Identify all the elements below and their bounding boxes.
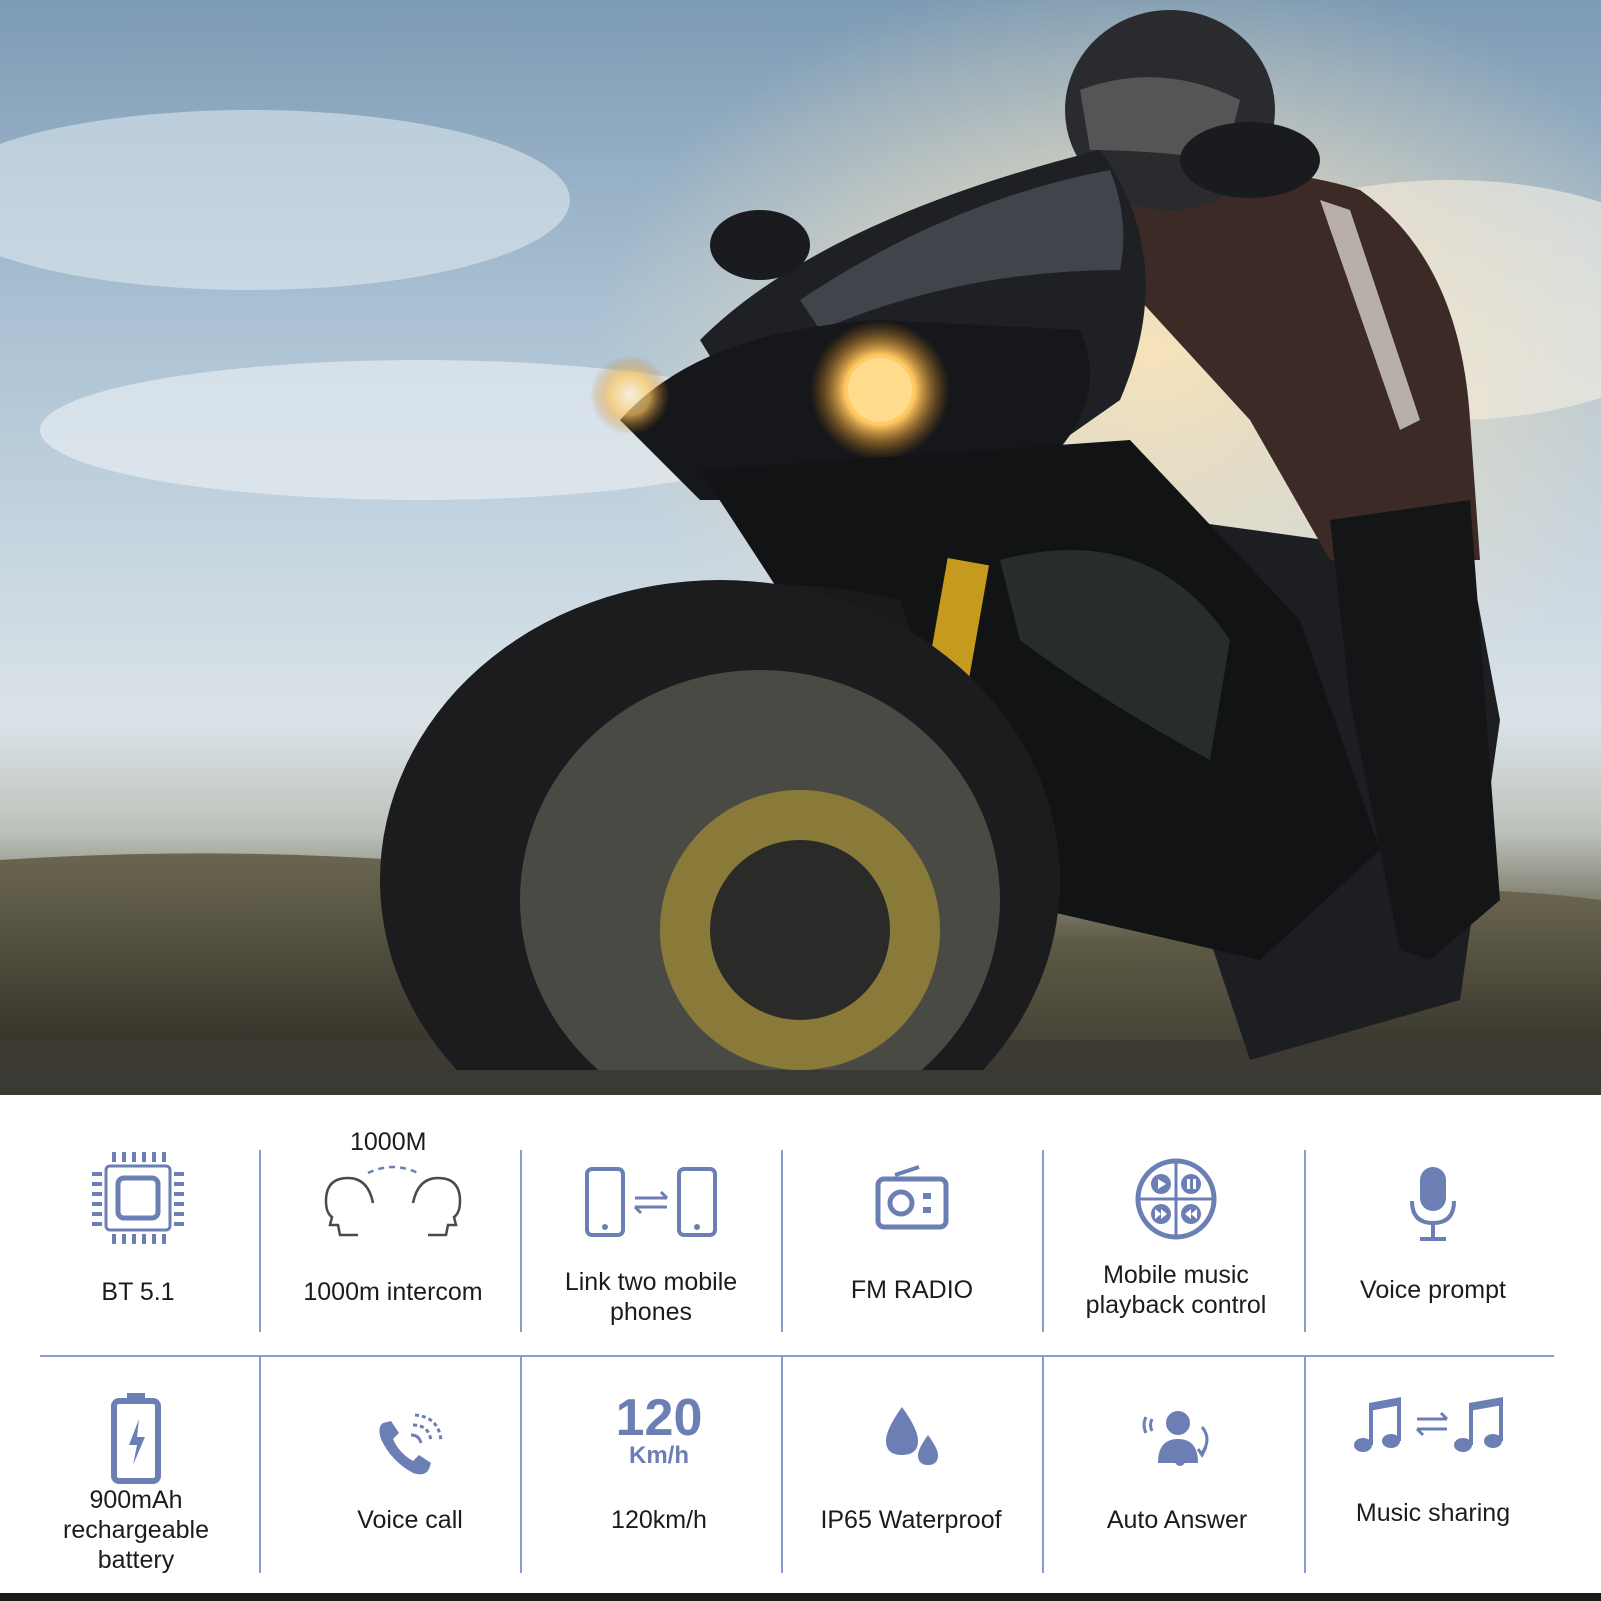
- speed-number: 120: [615, 1389, 703, 1447]
- divider: [1042, 1150, 1044, 1332]
- microphone-icon: [1305, 1165, 1561, 1245]
- feature-label: Voice prompt: [1360, 1276, 1506, 1304]
- phone-call-icon: [282, 1413, 538, 1477]
- feature-label: Music sharing: [1355, 1499, 1511, 1527]
- chip-icon: [10, 1150, 266, 1246]
- speed-icon: 120 Km/h: [531, 1389, 787, 1469]
- divider: [781, 1150, 783, 1332]
- music-share-icon: [1305, 1395, 1561, 1455]
- row-divider: [40, 1355, 1554, 1357]
- feature-label: BT 5.1: [101, 1278, 175, 1306]
- music-controls-icon: [1048, 1157, 1304, 1241]
- feature-label: FM RADIO: [850, 1276, 974, 1304]
- bottom-edge: [0, 1593, 1601, 1601]
- intercom-heads-icon: [265, 1163, 521, 1243]
- feature-label: Mobile music playback control: [1085, 1261, 1267, 1319]
- hero-photo: [0, 0, 1601, 1095]
- feature-label: 120km/h: [611, 1506, 707, 1534]
- feature-panel: BT 5.1 1000M 1000m intercom Link two mob…: [0, 1095, 1601, 1593]
- auto-answer-icon: [1049, 1403, 1305, 1467]
- water-drops-icon: [783, 1405, 1039, 1467]
- battery-icon: [8, 1391, 264, 1485]
- speed-unit: Km/h: [629, 1442, 689, 1469]
- two-phones-icon: [523, 1165, 779, 1239]
- divider: [1042, 1357, 1044, 1573]
- feature-label: Link two mobile phones: [564, 1268, 738, 1326]
- range-note: 1000M: [350, 1128, 427, 1156]
- motorcycle-rider-illustration: [0, 0, 1601, 1095]
- feature-label: Voice call: [357, 1506, 463, 1534]
- feature-label: IP65 Waterproof: [820, 1506, 1002, 1534]
- radio-icon: [784, 1165, 1040, 1231]
- feature-label: 900mAh rechargeable battery: [63, 1486, 209, 1574]
- feature-label: 1000m intercom: [303, 1278, 483, 1306]
- feature-label: Auto Answer: [1106, 1506, 1248, 1534]
